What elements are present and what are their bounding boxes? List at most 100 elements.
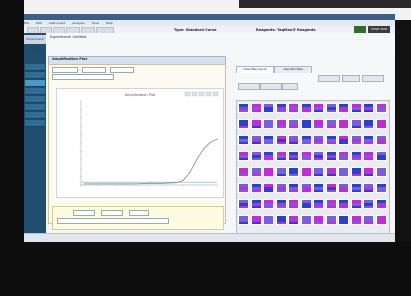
plate-well[interactable] — [313, 183, 324, 193]
plate-well[interactable] — [263, 183, 274, 193]
plate-well[interactable] — [238, 199, 249, 209]
plate-well[interactable] — [288, 215, 299, 225]
plate-well[interactable] — [250, 151, 262, 161]
plate-well[interactable] — [313, 151, 324, 161]
plate-well[interactable] — [300, 167, 312, 177]
plate-well[interactable] — [363, 199, 374, 209]
plate-well[interactable] — [263, 103, 274, 113]
plate-well[interactable] — [375, 103, 387, 113]
plate-well[interactable] — [325, 199, 337, 209]
plate-well[interactable] — [325, 215, 337, 225]
plate-well[interactable] — [238, 103, 249, 113]
sidebar-item-multicomponent[interactable] — [25, 104, 45, 111]
plate-well[interactable] — [363, 151, 374, 161]
plate-well[interactable] — [325, 119, 337, 129]
sidebar-item-setup[interactable] — [25, 64, 45, 71]
plate-well[interactable] — [375, 135, 387, 145]
plate-well[interactable] — [275, 215, 287, 225]
plate-well[interactable] — [238, 119, 249, 129]
plate-well[interactable] — [325, 151, 337, 161]
plate-well[interactable] — [350, 215, 362, 225]
plate-well[interactable] — [363, 135, 374, 145]
select-wells-button[interactable] — [362, 75, 384, 82]
plate-well[interactable] — [363, 103, 374, 113]
plate-well[interactable] — [250, 215, 262, 225]
view-legend-button[interactable] — [342, 75, 360, 82]
plate-well[interactable] — [250, 103, 262, 113]
plate-well[interactable] — [375, 119, 387, 129]
plate-well[interactable] — [263, 199, 274, 209]
plate-well[interactable] — [288, 119, 299, 129]
plate-well[interactable] — [375, 167, 387, 177]
plate-well[interactable] — [300, 215, 312, 225]
plate-well[interactable] — [238, 135, 249, 145]
save-plot-icon[interactable] — [212, 91, 219, 97]
plate-well[interactable] — [313, 135, 324, 145]
plate-well[interactable] — [325, 167, 337, 177]
plate-well[interactable] — [338, 215, 349, 225]
plate-well[interactable] — [275, 151, 287, 161]
plot-color-select[interactable] — [110, 67, 134, 73]
plate-well[interactable] — [275, 119, 287, 129]
plate-well[interactable] — [238, 183, 249, 193]
plate-well[interactable] — [325, 103, 337, 113]
threshold-input[interactable] — [101, 210, 123, 216]
sidebar-item-qc-summary[interactable] — [25, 120, 45, 127]
plate-well[interactable] — [363, 183, 374, 193]
plate-well[interactable] — [288, 199, 299, 209]
plate-well[interactable] — [313, 103, 324, 113]
plate-well[interactable] — [263, 119, 274, 129]
plate-well[interactable] — [238, 167, 249, 177]
plate-well[interactable] — [250, 199, 262, 209]
plate-well[interactable] — [375, 199, 387, 209]
sidebar-item-amplification[interactable] — [25, 88, 45, 95]
plate-well[interactable] — [350, 151, 362, 161]
target-select[interactable] — [73, 210, 95, 216]
plate-well[interactable] — [300, 199, 312, 209]
menu-file[interactable]: File — [24, 21, 29, 25]
plate-well[interactable] — [250, 167, 262, 177]
plate-well[interactable] — [250, 135, 262, 145]
zoom-out-icon[interactable] — [191, 91, 198, 97]
plate-well[interactable] — [275, 199, 287, 209]
plate-well[interactable] — [350, 135, 362, 145]
plate-well[interactable] — [338, 119, 349, 129]
baseline-input[interactable] — [129, 210, 149, 216]
well-view-button[interactable] — [260, 83, 282, 90]
pan-icon[interactable] — [198, 91, 205, 97]
plate-well[interactable] — [250, 183, 262, 193]
plate-well[interactable] — [350, 199, 362, 209]
sidebar-item-analysis[interactable] — [25, 80, 45, 87]
show-options[interactable] — [52, 74, 114, 80]
plate-well[interactable] — [238, 151, 249, 161]
menu-edit[interactable]: Edit — [36, 21, 42, 25]
plate-well[interactable] — [313, 167, 324, 177]
plate-well[interactable] — [263, 135, 274, 145]
plate-well[interactable] — [313, 215, 324, 225]
plate-well[interactable] — [288, 167, 299, 177]
plate-well[interactable] — [375, 183, 387, 193]
sidebar-item-standard-curve[interactable] — [25, 96, 45, 103]
plate-well[interactable] — [250, 119, 262, 129]
plate-well[interactable] — [375, 151, 387, 161]
plate-well[interactable] — [325, 135, 337, 145]
plate-well[interactable] — [238, 215, 249, 225]
plot-type-select[interactable] — [52, 67, 78, 73]
plate-well[interactable] — [338, 151, 349, 161]
plate-well[interactable] — [350, 167, 362, 177]
plate-well[interactable] — [325, 183, 337, 193]
plate-well[interactable] — [300, 103, 312, 113]
plate-well[interactable] — [275, 167, 287, 177]
plate-well[interactable] — [263, 215, 274, 225]
well-zoom-button[interactable] — [282, 83, 298, 90]
plate-well[interactable] — [338, 199, 349, 209]
plate-well[interactable] — [313, 199, 324, 209]
plate-well[interactable] — [275, 183, 287, 193]
plate-well[interactable] — [300, 183, 312, 193]
menu-analysis[interactable]: Analysis — [72, 21, 84, 25]
plate-well[interactable] — [300, 151, 312, 161]
plate-well[interactable] — [275, 135, 287, 145]
plate-well[interactable] — [363, 215, 374, 225]
plate-well[interactable] — [288, 183, 299, 193]
plate-well[interactable] — [288, 135, 299, 145]
